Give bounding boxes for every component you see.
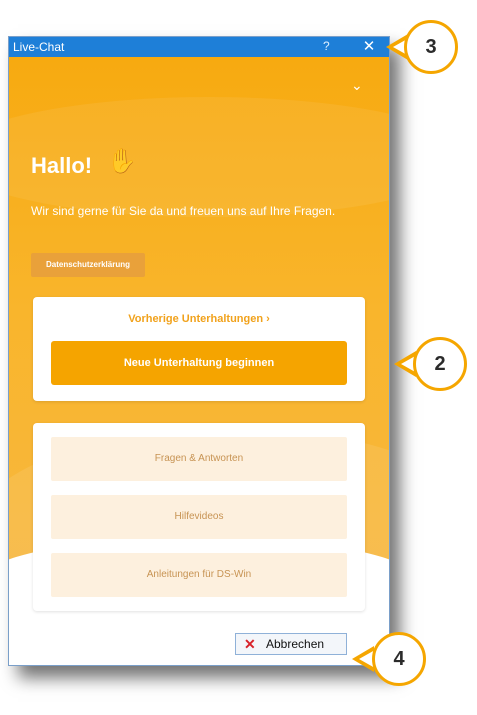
callout-4: 4 <box>372 632 426 686</box>
privacy-policy-button[interactable]: Datenschutzerklärung <box>31 253 145 277</box>
menu-item-help-videos[interactable]: Hilfevideos <box>51 495 347 539</box>
close-icon: ✕ <box>244 636 256 652</box>
previous-conversations-link[interactable]: Vorherige Unterhaltungen › <box>33 313 365 325</box>
waving-hand-icon: ✋ <box>107 148 137 175</box>
cancel-button[interactable]: ✕ Abbrechen <box>235 633 347 655</box>
window-footer: ✕ Abbrechen <box>9 621 389 665</box>
greeting-subtitle: Wir sind gerne für Sie da und freuen uns… <box>31 204 336 218</box>
chevron-down-icon[interactable]: ⌄ <box>351 77 363 94</box>
new-conversation-button[interactable]: Neue Unterhaltung beginnen <box>51 341 347 385</box>
conversation-card: Vorherige Unterhaltungen › Neue Unterhal… <box>33 297 365 401</box>
menu-item-instructions[interactable]: Anleitungen für DS-Win <box>51 553 347 597</box>
chat-panel: ⌄ Hallo! ✋ Wir sind gerne für Sie da und… <box>9 57 389 621</box>
window-title: Live-Chat <box>13 40 65 54</box>
help-menu-card: Fragen & Antworten Hilfevideos Anleitung… <box>33 423 365 611</box>
close-button[interactable]: ✕ <box>359 37 379 57</box>
cancel-label: Abbrechen <box>266 637 325 651</box>
callout-2: 2 <box>413 337 467 391</box>
greeting-heading: Hallo! <box>31 153 93 178</box>
title-bar[interactable]: Live-Chat ? ✕ <box>9 37 389 57</box>
callout-3: 3 <box>404 20 458 74</box>
menu-item-faq[interactable]: Fragen & Antworten <box>51 437 347 481</box>
live-chat-window: Live-Chat ? ✕ ⌄ Hallo! ✋ Wir sind gerne … <box>8 36 390 666</box>
help-button[interactable]: ? <box>323 39 330 53</box>
